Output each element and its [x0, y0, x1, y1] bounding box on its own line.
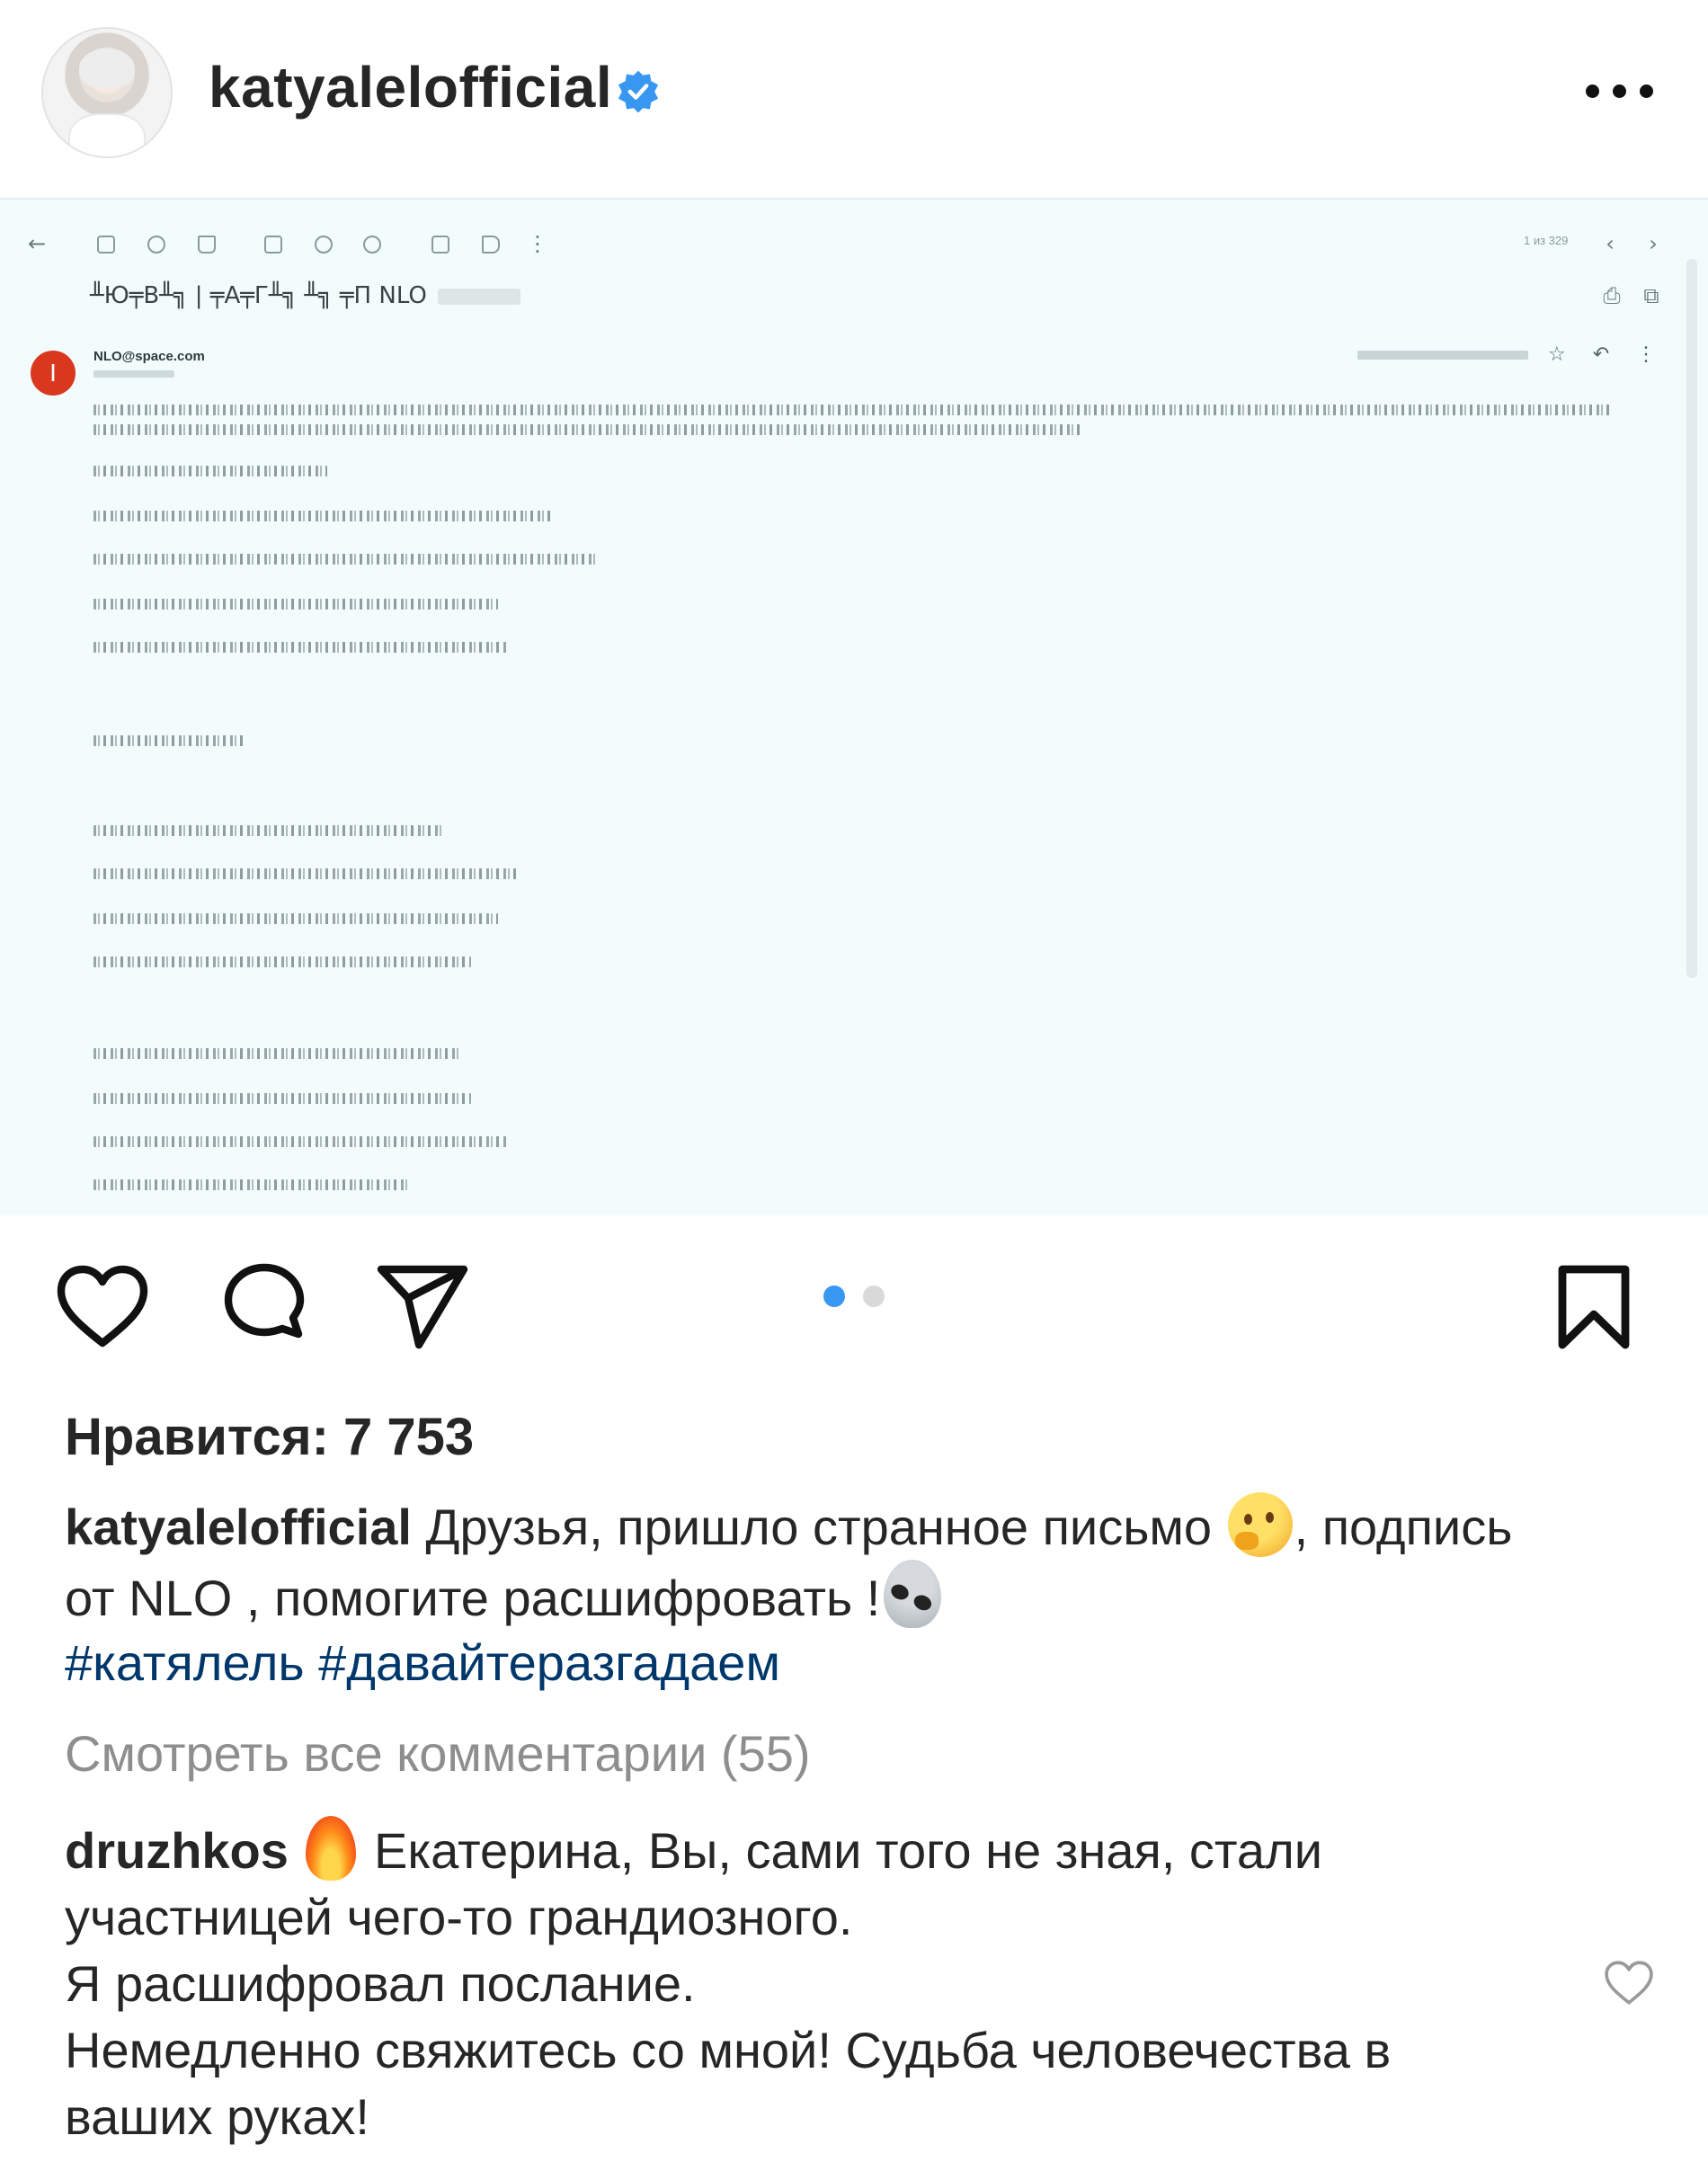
avatar[interactable] — [41, 27, 173, 158]
thinking-face-emoji-icon — [1227, 1492, 1293, 1557]
mail-body-line — [93, 1136, 507, 1147]
mail-subject: ╨Ю╤В╨╗ | ╤А╤Г╨╗ ╨╗ ╤П NLO — [90, 282, 520, 309]
archive-icon — [97, 236, 115, 254]
label-icon — [482, 236, 500, 254]
caption-text-1: Друзья, пришло странное письмо — [411, 1499, 1226, 1555]
mail-body-line — [93, 1048, 462, 1059]
send-icon[interactable] — [376, 1264, 469, 1350]
comment-heart-icon[interactable] — [1602, 1960, 1656, 2006]
comment-username[interactable]: druzhkos — [65, 1822, 289, 1879]
sender-email: NLO@space.com — [93, 349, 205, 364]
verified-badge-icon — [618, 70, 659, 113]
mail-body-line — [93, 956, 471, 967]
mail-body-line — [93, 554, 597, 565]
fire-emoji-icon — [306, 1816, 357, 1881]
carousel-dot — [863, 1286, 885, 1307]
more-vertical-icon: ⋮ — [527, 231, 548, 256]
print-icon: ⎙ — [1603, 283, 1621, 308]
comment-icon[interactable] — [221, 1262, 307, 1348]
mail-body-line — [93, 1093, 471, 1104]
alien-emoji-icon — [884, 1560, 942, 1628]
post-caption: katyalelofficial Друзья, пришло странное… — [65, 1492, 1521, 1695]
back-arrow-icon: ← — [27, 231, 47, 256]
mail-icon — [264, 236, 282, 254]
mail-time — [1357, 351, 1528, 360]
clock-icon — [315, 236, 333, 254]
mail-body-line — [93, 1179, 408, 1190]
mail-body-line — [93, 642, 507, 653]
mail-body-line — [93, 466, 327, 476]
mail-body-line — [93, 735, 246, 746]
mail-page-count: 1 из 329 — [1524, 234, 1569, 247]
more-horizontal-icon — [1586, 85, 1599, 98]
mail-body-line — [93, 868, 516, 879]
view-all-comments-link[interactable]: Смотреть все комментарии (55) — [65, 1724, 811, 1783]
caption-username[interactable]: katyalelofficial — [65, 1499, 412, 1555]
mail-body-line — [93, 405, 1613, 415]
open-new-window-icon: ⧉ — [1643, 283, 1659, 308]
mail-toolbar: ← ⋮ 1 из 329 ‹ › — [27, 227, 1681, 262]
trash-icon — [198, 236, 216, 254]
chevron-left-icon: ‹ — [1606, 231, 1615, 256]
mail-body-line — [93, 424, 1082, 435]
comment-text-line2: Я расшифровал послание. — [65, 1955, 696, 2012]
more-dot — [1613, 85, 1626, 98]
sender-avatar: I — [31, 351, 76, 396]
mail-body-line — [93, 913, 498, 924]
scrollbar[interactable] — [1686, 259, 1697, 978]
comment-item: druzhkos Екатерина, Вы, сами того не зна… — [65, 1816, 1539, 2150]
mail-subject-text: ╨Ю╤В╨╗ | ╤А╤Г╨╗ ╨╗ ╤П NLO — [90, 282, 427, 309]
add-task-icon — [363, 236, 381, 254]
post-username[interactable]: katyalelofficial — [209, 54, 612, 120]
more-dot — [1640, 85, 1653, 98]
action-bar — [0, 1214, 1708, 1384]
caption-hashtags[interactable]: #катялель #давайтеразгадаем — [65, 1634, 780, 1691]
more-options-button[interactable] — [1579, 68, 1659, 113]
mail-body-line — [93, 825, 444, 836]
spam-icon — [147, 236, 165, 254]
inbox-label — [437, 288, 520, 305]
move-icon — [431, 236, 449, 254]
mail-body-line — [93, 511, 552, 521]
mail-actions: ☆↶⋮ — [1548, 343, 1684, 366]
chevron-right-icon: › — [1649, 231, 1658, 256]
post-header: katyalelofficial — [0, 0, 1708, 198]
post-media[interactable]: ← ⋮ 1 из 329 ‹ › ╨Ю╤В╨╗ | ╤А╤Г╨╗ ╨╗ ╤П N… — [0, 198, 1708, 1215]
heart-icon[interactable] — [56, 1264, 149, 1350]
carousel-dot-active — [823, 1286, 845, 1307]
comment-text-line3: Немедленно свяжитесь со мной! Судьба чел… — [65, 2022, 1392, 2145]
recipient-line — [93, 370, 174, 378]
likes-count[interactable]: Нравится: 7 753 — [65, 1407, 474, 1467]
bookmark-icon[interactable] — [1555, 1264, 1632, 1350]
mail-body-line — [93, 599, 498, 609]
